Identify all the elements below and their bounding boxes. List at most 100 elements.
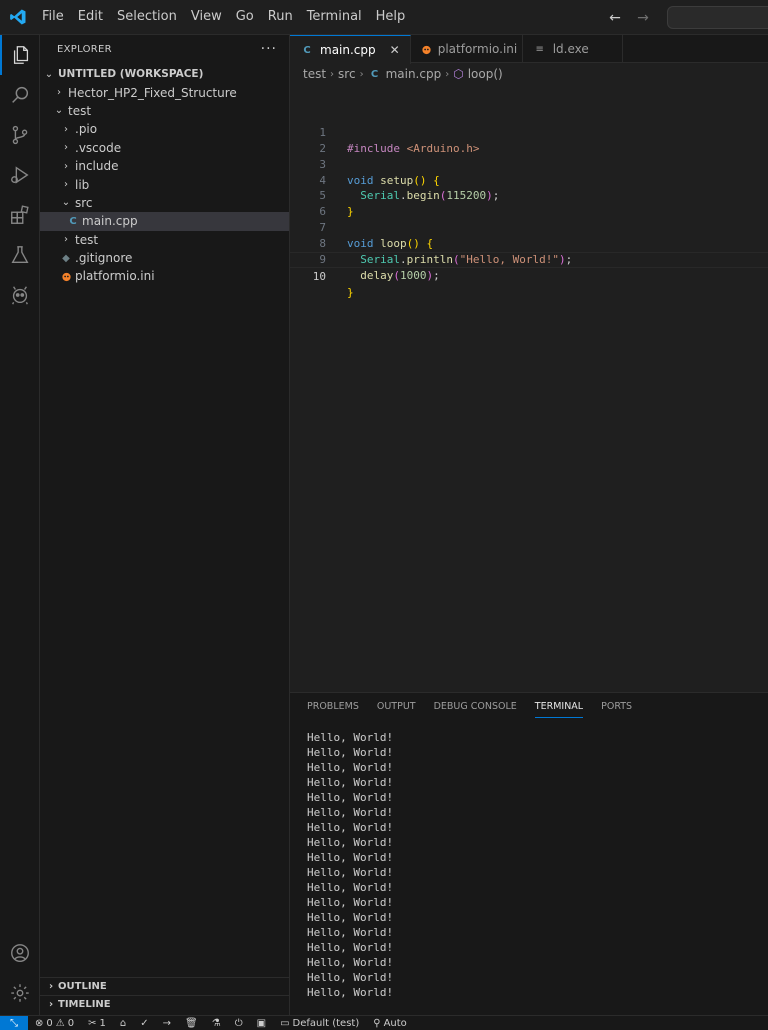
tree-folder-include[interactable]: › include	[40, 157, 289, 175]
tab-platformio-ini[interactable]: platformio.ini	[411, 35, 523, 63]
chevron-down-icon: ⌄	[61, 197, 71, 209]
terminal-line: Hello, World!	[307, 881, 394, 894]
tree-folder-src[interactable]: ⌄ src	[40, 194, 289, 212]
menu-selection[interactable]: Selection	[110, 5, 184, 29]
forward-arrow-icon[interactable]: →	[634, 9, 652, 27]
breadcrumb-item[interactable]: test	[303, 67, 326, 81]
tree-folder-pio[interactable]: › .pio	[40, 120, 289, 138]
more-actions-icon[interactable]: ···	[261, 41, 277, 57]
tab-ports[interactable]: PORTS	[592, 693, 641, 721]
source-control-icon[interactable]	[0, 115, 40, 155]
remote-indicator-icon[interactable]: ⤡	[0, 1015, 28, 1030]
menu-run[interactable]: Run	[261, 5, 300, 29]
terminal-line: Hello, World!	[307, 986, 394, 999]
terminal-line: Hello, World!	[307, 911, 394, 924]
breadcrumb-item[interactable]: main.cpp	[386, 67, 442, 81]
plug-icon: ⏻	[234, 1017, 243, 1029]
tab-terminal[interactable]: TERMINAL	[526, 693, 592, 721]
code-line: 7 void loop() {	[290, 204, 768, 250]
editor-tabs: C main.cpp ✕ platformio.ini ≡ ld.exe	[290, 35, 768, 64]
tab-debug-console[interactable]: DEBUG CONSOLE	[425, 693, 526, 721]
pio-home-button[interactable]: ⌂	[113, 1016, 133, 1030]
menu-file[interactable]: File	[35, 5, 71, 29]
menu-help[interactable]: Help	[369, 5, 413, 29]
pio-upload-button[interactable]: →	[156, 1016, 178, 1030]
tree-folder-vscode[interactable]: › .vscode	[40, 139, 289, 157]
platformio-icon[interactable]	[0, 275, 40, 315]
breadcrumb-item[interactable]: src	[338, 67, 356, 81]
tab-problems[interactable]: PROBLEMS	[298, 693, 368, 721]
pio-build-button[interactable]: ✓	[133, 1016, 155, 1030]
terminal-line: Hello, World!	[307, 821, 394, 834]
terminal-line: Hello, World!	[307, 956, 394, 969]
tab-output[interactable]: OUTPUT	[368, 693, 425, 721]
chevron-right-icon: ›	[64, 123, 68, 135]
problems-status[interactable]: ⊗ 0 ⚠ 0	[28, 1016, 81, 1030]
chevron-right-icon: ›	[64, 179, 68, 191]
code-editor[interactable]: 1 #include <Arduino.h> 2 3 void setup() …	[290, 109, 768, 299]
tab-ld-exe[interactable]: ≡ ld.exe	[523, 35, 623, 63]
chevron-right-icon: ›	[445, 68, 450, 80]
account-icon[interactable]	[0, 933, 40, 973]
menu-go[interactable]: Go	[229, 5, 261, 29]
editor-area: C main.cpp ✕ platformio.ini ≡ ld.exe tes…	[290, 35, 768, 692]
code-line: 5 }	[290, 173, 768, 218]
terminal-line: Hello, World!	[307, 896, 394, 909]
menu-edit[interactable]: Edit	[71, 5, 110, 29]
run-debug-icon[interactable]	[0, 155, 40, 195]
breadcrumb: test › src › C main.cpp › ⬡ loop()	[290, 63, 768, 85]
vscode-logo-icon	[0, 0, 35, 35]
cpp-file-icon: C	[69, 215, 77, 227]
tab-main-cpp[interactable]: C main.cpp ✕	[290, 35, 411, 64]
terminal-line: Hello, World!	[307, 731, 394, 744]
code-line-current: 10 }	[290, 252, 768, 299]
flask-icon: ⚗	[211, 1017, 221, 1029]
settings-gear-icon[interactable]	[0, 973, 40, 1013]
back-arrow-icon[interactable]: ←	[606, 9, 624, 27]
close-icon[interactable]: ✕	[390, 43, 400, 57]
pio-port-selector[interactable]: ⚲ Auto	[366, 1016, 414, 1030]
tree-folder-test-2[interactable]: › test	[40, 231, 289, 249]
pio-clean-button[interactable]: 🗑	[178, 1016, 205, 1030]
chevron-right-icon: ›	[359, 68, 364, 80]
tree-file-platformio-ini[interactable]: platformio.ini	[40, 267, 289, 285]
pio-env-selector[interactable]: ▭ Default (test)	[273, 1016, 366, 1030]
command-center-search[interactable]	[667, 6, 768, 29]
gitignore-file-icon: ◆	[62, 252, 70, 264]
breadcrumb-item[interactable]: loop()	[468, 67, 503, 81]
tree-folder-hector[interactable]: › Hector_HP2_Fixed_Structure	[40, 83, 289, 101]
arrow-right-icon: →	[162, 1017, 172, 1029]
terminal-line: Hello, World!	[307, 926, 394, 939]
home-icon: ⌂	[119, 1017, 127, 1029]
extensions-icon[interactable]	[0, 195, 40, 235]
tree-folder-lib[interactable]: › lib	[40, 175, 289, 193]
workspace-label: UNTITLED (WORKSPACE)	[58, 68, 204, 81]
terminal-line: Hello, World!	[307, 866, 394, 879]
status-bar: ⤡ ⊗ 0 ⚠ 0 ✂ 1 ⌂ ✓ → 🗑 ⚗ ⏻ ▣ ▭ Default (t…	[0, 1015, 768, 1030]
timeline-section[interactable]: › TIMELINE	[40, 995, 289, 1013]
chevron-right-icon: ›	[57, 87, 61, 99]
ports-status[interactable]: ✂ 1	[81, 1016, 113, 1030]
tree-file-main-cpp[interactable]: C main.cpp	[40, 212, 289, 231]
code-line: 9 delay(1000);	[290, 236, 768, 282]
pio-serial-monitor-button[interactable]: ⏻	[228, 1016, 250, 1030]
terminal-output[interactable]: Hello, World! Hello, World! Hello, World…	[307, 730, 393, 1000]
outline-section[interactable]: › OUTLINE	[40, 977, 289, 995]
file-icon: ≡	[535, 43, 544, 55]
file-tree: ⌄ UNTITLED (WORKSPACE) › Hector_HP2_Fixe…	[40, 65, 289, 286]
code-line: 3 void setup() {	[290, 141, 768, 187]
pio-terminal-button[interactable]: ▣	[250, 1016, 273, 1030]
tree-file-gitignore[interactable]: ◆ .gitignore	[40, 249, 289, 267]
chevron-right-icon: ›	[330, 68, 335, 80]
menu-terminal[interactable]: Terminal	[300, 5, 369, 29]
warning-icon: ⚠	[55, 1017, 65, 1029]
plug-icon: ⚲	[373, 1017, 381, 1029]
workspace-root[interactable]: ⌄ UNTITLED (WORKSPACE)	[40, 65, 289, 83]
tree-folder-test[interactable]: ⌄ test	[40, 102, 289, 120]
testing-icon[interactable]	[0, 235, 40, 275]
search-icon[interactable]	[0, 75, 40, 115]
pio-test-button[interactable]: ⚗	[205, 1016, 228, 1030]
chevron-right-icon: ›	[48, 981, 54, 992]
explorer-icon[interactable]	[0, 35, 40, 75]
menu-view[interactable]: View	[184, 5, 229, 29]
